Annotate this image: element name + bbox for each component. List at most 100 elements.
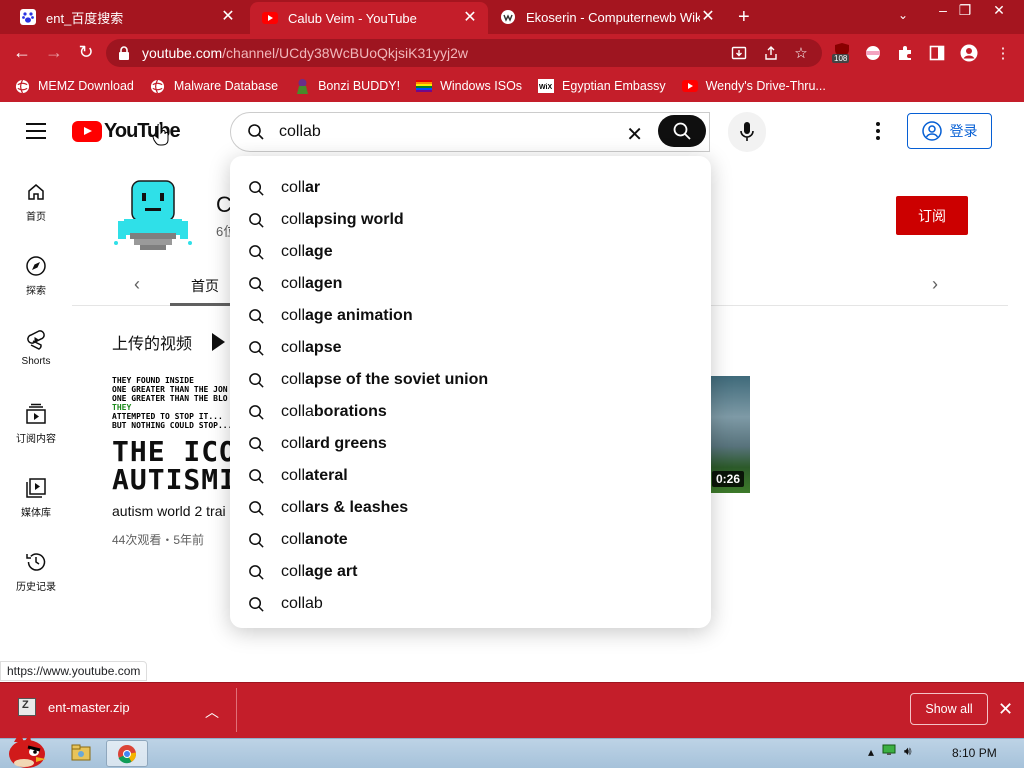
side-panel-icon[interactable]: [926, 42, 948, 64]
chevron-left-icon[interactable]: ‹: [134, 274, 140, 295]
search-suggestion[interactable]: coll apse: [230, 332, 711, 364]
tab-title: Ekoserin - Computernewb Wiki: [526, 9, 700, 25]
guide-item-library[interactable]: 媒体库: [0, 476, 72, 519]
video-duration-badge: 0:26: [712, 471, 745, 487]
svg-text:WiX: WiX: [539, 84, 552, 91]
tab-baidu[interactable]: ent_百度搜索 ✕: [8, 0, 246, 34]
close-tab-icon[interactable]: ✕: [700, 9, 716, 25]
suggestion-completion: ars & leashes: [305, 499, 409, 516]
profile-flag-icon[interactable]: [862, 42, 884, 64]
search-suggestion[interactable]: coll ateral: [230, 460, 711, 492]
play-all-icon[interactable]: [212, 333, 225, 351]
share-icon[interactable]: [760, 42, 782, 64]
hand-cursor-icon: [152, 123, 170, 146]
start-button-angry-bird-icon[interactable]: [4, 730, 50, 768]
profile-avatar-icon[interactable]: [958, 42, 980, 64]
reload-icon[interactable]: ↻: [74, 40, 98, 64]
network-icon[interactable]: [882, 744, 896, 759]
clear-search-icon[interactable]: ✕: [626, 122, 643, 147]
settings-menu-icon[interactable]: [870, 120, 886, 142]
search-suggestion[interactable]: coll ar: [230, 172, 711, 204]
bonzi-icon: [294, 78, 310, 94]
search-suggestion[interactable]: coll age art: [230, 556, 711, 588]
search-suggestion[interactable]: coll age animation: [230, 300, 711, 332]
search-suggestion[interactable]: coll age: [230, 236, 711, 268]
close-tab-icon[interactable]: ✕: [462, 10, 478, 26]
guide-label: 首页: [26, 212, 46, 223]
taskbar-clock[interactable]: 8:10 PM: [952, 746, 997, 760]
suggestion-typed: coll: [281, 435, 306, 452]
download-filename: ent-master.zip: [48, 699, 130, 715]
search-suggestion[interactable]: coll agen: [230, 268, 711, 300]
close-download-shelf-icon[interactable]: ✕: [998, 699, 1013, 720]
search-icon: [249, 564, 264, 580]
voice-search-button[interactable]: [728, 112, 766, 152]
extension-ublock-icon[interactable]: 108: [832, 42, 852, 66]
restore-icon[interactable]: ❐: [950, 0, 980, 20]
search-suggestion[interactable]: collab: [230, 588, 711, 620]
thumbnail-text: ATTEMPTED TO STOP IT...: [112, 412, 223, 421]
bookmark-windows-isos[interactable]: Windows ISOs: [416, 78, 522, 94]
show-hidden-icons-icon[interactable]: ▴: [868, 745, 874, 759]
hamburger-menu-icon[interactable]: [26, 123, 46, 139]
guide-item-subscriptions[interactable]: 订阅内容: [0, 402, 72, 445]
guide-item-home[interactable]: 首页: [0, 180, 72, 223]
search-suggestion[interactable]: coll anote: [230, 524, 711, 556]
search-suggestion[interactable]: coll ard greens: [230, 428, 711, 460]
search-icon: [249, 244, 264, 260]
guide-item-history[interactable]: 历史记录: [0, 550, 72, 593]
shelf-title[interactable]: 上传的视频: [112, 330, 192, 354]
search-suggestion[interactable]: colla borations: [230, 396, 711, 428]
search-icon: [248, 124, 264, 140]
tab-wiki[interactable]: Ekoserin - Computernewb Wiki ✕: [488, 0, 726, 34]
channel-avatar[interactable]: [112, 175, 194, 255]
search-suggestion[interactable]: coll apsing world: [230, 204, 711, 236]
bookmark-star-icon[interactable]: ☆: [790, 42, 812, 64]
bookmark-wendys[interactable]: Wendy's Drive-Thru...: [681, 78, 826, 94]
back-icon[interactable]: ←: [10, 40, 34, 64]
volume-icon[interactable]: 🔊︎: [904, 744, 912, 759]
forward-icon[interactable]: →: [42, 40, 66, 64]
suggestion-completion: ard greens: [305, 435, 387, 452]
install-app-icon[interactable]: [728, 42, 750, 64]
bookmark-malware-db[interactable]: Malware Database: [150, 78, 278, 94]
video-thumbnail[interactable]: THEY FOUND INSIDE ONE GREATER THAN THE J…: [112, 376, 232, 493]
browser-menu-icon[interactable]: ⋮: [992, 42, 1014, 64]
download-item[interactable]: ent-master.zip: [18, 698, 130, 716]
search-icon: [249, 180, 264, 196]
search-box[interactable]: ✕: [230, 112, 710, 152]
new-tab-button[interactable]: +: [738, 6, 750, 29]
bookmark-memz[interactable]: MEMZ Download: [14, 78, 134, 94]
close-tab-icon[interactable]: ✕: [220, 9, 236, 25]
suggestion-completion: apsing world: [305, 211, 404, 228]
search-suggestion[interactable]: coll apse of the soviet union: [230, 364, 711, 396]
tab-youtube[interactable]: Calub Veim - YouTube ✕: [250, 2, 488, 34]
show-all-downloads-button[interactable]: Show all: [910, 693, 988, 725]
suggestion-completion: age: [305, 243, 333, 260]
search-suggestion[interactable]: coll ars & leashes: [230, 492, 711, 524]
suggestion-typed: collab: [281, 595, 323, 612]
address-bar[interactable]: youtube.com/channel/UCdy38WcBUoQkjsiK31y…: [106, 39, 822, 67]
bookmark-egyptian-embassy[interactable]: WiX Egyptian Embassy: [538, 78, 666, 94]
tab-search-chevron-icon[interactable]: ⌄: [898, 8, 908, 22]
search-input[interactable]: [279, 123, 609, 141]
close-window-icon[interactable]: ✕: [984, 0, 1014, 20]
extension-badge: 108: [832, 54, 850, 63]
search-button[interactable]: [658, 115, 706, 147]
extensions-puzzle-icon[interactable]: [894, 42, 916, 64]
guide-item-shorts[interactable]: Shorts: [0, 328, 72, 367]
bookmark-bonzi[interactable]: Bonzi BUDDY!: [294, 78, 400, 94]
sign-in-button[interactable]: 登录: [907, 113, 992, 149]
globe-icon: [14, 78, 30, 94]
video-title[interactable]: autism world 2 trai: [112, 503, 230, 519]
guide-item-explore[interactable]: 探索: [0, 254, 72, 297]
tab-title: ent_百度搜索: [46, 10, 124, 26]
subscribe-button[interactable]: 订阅: [896, 196, 968, 235]
file-explorer-icon[interactable]: [70, 741, 92, 765]
search-icon: [249, 404, 264, 420]
chevron-right-icon[interactable]: ›: [932, 274, 938, 295]
chrome-taskbar-button[interactable]: [106, 740, 148, 767]
chevron-up-icon[interactable]: ︿: [205, 702, 219, 722]
status-bubble-url: https://www.youtube.com: [0, 661, 148, 681]
search-icon: [673, 122, 691, 140]
